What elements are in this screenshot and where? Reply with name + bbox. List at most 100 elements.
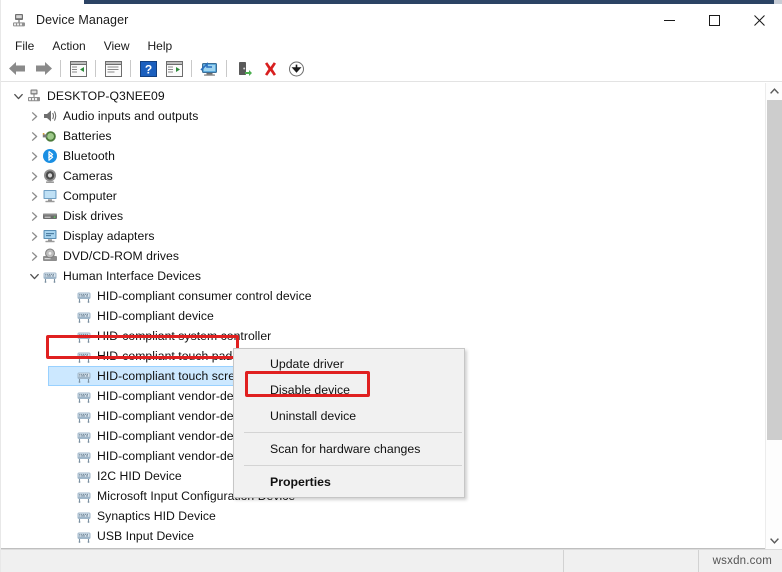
chevron-right-icon[interactable] bbox=[26, 146, 42, 166]
battery-icon bbox=[42, 128, 58, 144]
scroll-down-arrow-icon[interactable] bbox=[766, 532, 782, 549]
hid-icon bbox=[76, 408, 92, 424]
vertical-scrollbar[interactable] bbox=[765, 83, 782, 549]
uninstall-device-icon[interactable] bbox=[257, 57, 283, 81]
tree-row[interactable]: Batteries bbox=[0, 126, 765, 146]
hid-icon bbox=[76, 288, 92, 304]
tree-row-label: Synaptics HID Device bbox=[97, 509, 216, 523]
chevron-right-icon[interactable] bbox=[26, 246, 42, 266]
bluetooth-icon bbox=[42, 148, 58, 164]
chevron-down-icon[interactable] bbox=[10, 86, 26, 106]
status-pane-right: wsxdn.com bbox=[698, 549, 782, 572]
tree-row-label: Bluetooth bbox=[63, 149, 115, 163]
tree-row[interactable]: HID-compliant system controller bbox=[0, 326, 765, 346]
context-menu-item-properties[interactable]: Properties bbox=[234, 469, 464, 495]
watermark-text: wsxdn.com bbox=[712, 555, 772, 567]
window-title: Device Manager bbox=[36, 13, 129, 27]
hid-icon bbox=[76, 468, 92, 484]
toolbar-separator bbox=[95, 60, 96, 77]
back-icon[interactable] bbox=[4, 57, 30, 81]
context-menu-item-disable-device[interactable]: Disable device bbox=[234, 377, 464, 403]
toolbar-separator bbox=[226, 60, 227, 77]
chevron-right-icon[interactable] bbox=[26, 186, 42, 206]
tree-row-label: DVD/CD-ROM drives bbox=[63, 249, 179, 263]
hid-icon bbox=[42, 268, 58, 284]
hid-icon bbox=[76, 348, 92, 364]
menu-action[interactable]: Action bbox=[43, 37, 94, 55]
camera-icon bbox=[42, 168, 58, 184]
tree-row[interactable]: Human Interface Devices bbox=[0, 266, 765, 286]
device-manager-window: Device Manager File Action View Help ? D… bbox=[0, 0, 782, 572]
minimize-button[interactable] bbox=[647, 4, 692, 36]
tree-row[interactable]: DVD/CD-ROM drives bbox=[0, 246, 765, 266]
chevron-right-icon[interactable] bbox=[26, 226, 42, 246]
tree-row[interactable]: HID-compliant consumer control device bbox=[0, 286, 765, 306]
tree-row[interactable]: DESKTOP-Q3NEE09 bbox=[0, 86, 765, 106]
tree-row[interactable]: Display adapters bbox=[0, 226, 765, 246]
close-button[interactable] bbox=[737, 4, 782, 36]
maximize-button[interactable] bbox=[692, 4, 737, 36]
scan-for-hardware-changes-icon[interactable] bbox=[196, 57, 222, 81]
tree-row[interactable]: Synaptics HID Device bbox=[0, 506, 765, 526]
window-controls bbox=[647, 4, 782, 36]
context-menu-item-uninstall-device[interactable]: Uninstall device bbox=[234, 403, 464, 429]
context-menu-item-update-driver[interactable]: Update driver bbox=[234, 351, 464, 377]
tree-row[interactable]: Audio inputs and outputs bbox=[0, 106, 765, 126]
hid-icon bbox=[76, 488, 92, 504]
show-hide-action-pane-icon[interactable] bbox=[161, 57, 187, 81]
tree-row[interactable]: Computer bbox=[0, 186, 765, 206]
disable-device-icon[interactable] bbox=[283, 57, 309, 81]
display-adapter-icon bbox=[42, 228, 58, 244]
show-hide-console-tree-icon[interactable] bbox=[65, 57, 91, 81]
title-bar[interactable]: Device Manager bbox=[0, 4, 782, 36]
menu-bar: File Action View Help bbox=[0, 36, 782, 56]
forward-icon[interactable] bbox=[30, 57, 56, 81]
chevron-right-icon[interactable] bbox=[26, 166, 42, 186]
computer-node-icon bbox=[26, 88, 42, 104]
dvd-drive-icon bbox=[42, 248, 58, 264]
tree-row-label: Human Interface Devices bbox=[63, 269, 201, 283]
tree-row-label: HID-compliant touch screen bbox=[97, 369, 249, 383]
chevron-down-icon[interactable] bbox=[26, 266, 42, 286]
tree-row-label: Disk drives bbox=[63, 209, 124, 223]
tree-row[interactable]: Bluetooth bbox=[0, 146, 765, 166]
tree-row-label: Display adapters bbox=[63, 229, 155, 243]
help-icon[interactable]: ? bbox=[135, 57, 161, 81]
window-left-border bbox=[0, 0, 1, 572]
tree-row-label: Batteries bbox=[63, 129, 112, 143]
context-menu-item-scan-for-hardware-changes[interactable]: Scan for hardware changes bbox=[234, 436, 464, 462]
tree-row[interactable]: Disk drives bbox=[0, 206, 765, 226]
menu-file[interactable]: File bbox=[6, 37, 43, 55]
hid-icon bbox=[76, 428, 92, 444]
hid-icon bbox=[76, 308, 92, 324]
menu-help[interactable]: Help bbox=[139, 37, 182, 55]
context-menu[interactable]: Update driver Disable device Uninstall dev… bbox=[233, 348, 465, 498]
chevron-right-icon[interactable] bbox=[26, 206, 42, 226]
properties-icon[interactable] bbox=[100, 57, 126, 81]
update-driver-icon[interactable] bbox=[231, 57, 257, 81]
chevron-right-icon[interactable] bbox=[26, 106, 42, 126]
hid-icon bbox=[76, 528, 92, 544]
hid-icon bbox=[76, 448, 92, 464]
device-manager-icon bbox=[11, 12, 27, 28]
tree-row[interactable]: HID-compliant device bbox=[0, 306, 765, 326]
menu-view[interactable]: View bbox=[95, 37, 139, 55]
scroll-up-arrow-icon[interactable] bbox=[766, 83, 782, 100]
scrollbar-thumb[interactable] bbox=[767, 100, 782, 440]
status-pane-mid bbox=[563, 549, 698, 572]
hid-icon bbox=[76, 328, 92, 344]
speaker-icon bbox=[42, 108, 58, 124]
tree-row-label: Computer bbox=[63, 189, 117, 203]
tree-row-label: USB Input Device bbox=[97, 529, 194, 543]
tree-row[interactable]: USB Input Device bbox=[0, 526, 765, 546]
chevron-right-icon[interactable] bbox=[26, 126, 42, 146]
tree-row[interactable]: Cameras bbox=[0, 166, 765, 186]
